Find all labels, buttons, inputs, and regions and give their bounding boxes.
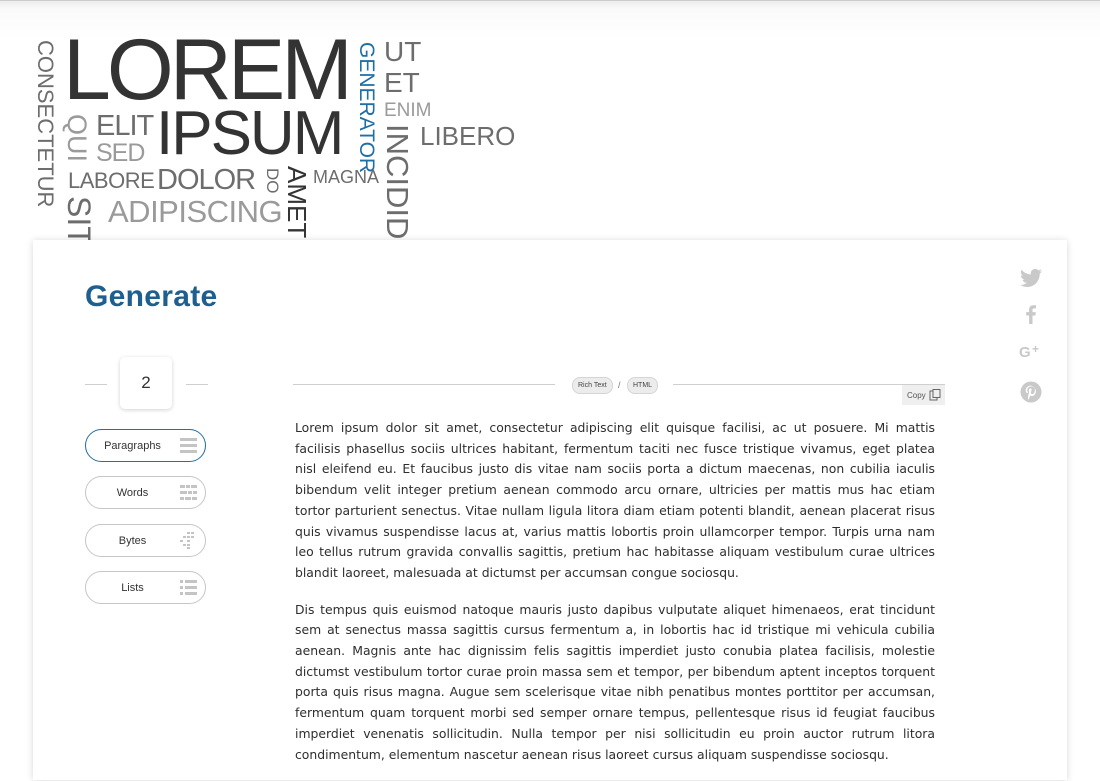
divider bbox=[186, 384, 208, 385]
cloud-word: SIT bbox=[61, 196, 97, 240]
tab-separator: / bbox=[618, 380, 621, 390]
cloud-word: ENIM bbox=[384, 100, 432, 121]
cloud-word: DO bbox=[263, 168, 282, 194]
copy-button[interactable]: Copy bbox=[902, 385, 945, 405]
cloud-word: LABORE bbox=[68, 168, 155, 193]
cloud-word: GENERATOR bbox=[355, 42, 378, 174]
cloud-word: INCIDID bbox=[380, 124, 415, 240]
svg-text:G: G bbox=[1019, 344, 1031, 361]
bytes-label: Bytes bbox=[118, 535, 147, 547]
copy-label: Copy bbox=[907, 391, 926, 400]
rich-text-tab[interactable]: Rich Text bbox=[572, 377, 613, 394]
generated-text[interactable]: Lorem ipsum dolor sit amet, consectetur … bbox=[295, 418, 935, 781]
divider bbox=[293, 384, 555, 385]
bytes-icon bbox=[180, 532, 194, 549]
lists-icon bbox=[180, 580, 197, 595]
divider bbox=[85, 384, 107, 385]
google-plus-icon[interactable]: G + bbox=[1019, 340, 1043, 364]
words-button[interactable]: Words bbox=[85, 476, 206, 509]
html-tab[interactable]: HTML bbox=[627, 377, 659, 394]
cloud-word: LOREM bbox=[63, 22, 353, 118]
word-cloud-logo[interactable]: CONSECTETUR LOREM QUI ELIT SED IPSUM LAB… bbox=[0, 0, 520, 240]
paragraph: Dis tempus quis euismod natoque mauris j… bbox=[295, 601, 935, 762]
page-title: Generate bbox=[85, 280, 218, 313]
cloud-word: LIBERO bbox=[420, 121, 516, 151]
generator-card: Generate 2 Paragraphs Words Bytes Lists bbox=[33, 240, 1067, 780]
lists-label: Lists bbox=[121, 582, 144, 594]
cloud-word: ADIPISCING bbox=[108, 194, 283, 229]
cloud-word: DOLOR bbox=[157, 164, 256, 196]
pinterest-icon[interactable] bbox=[1019, 380, 1043, 404]
paragraphs-icon bbox=[180, 438, 197, 453]
cloud-word: SED bbox=[96, 139, 145, 167]
clipboard-icon bbox=[929, 389, 941, 401]
cloud-word: UT bbox=[384, 36, 422, 67]
count-input[interactable]: 2 bbox=[120, 357, 172, 409]
paragraph: Lorem ipsum dolor sit amet, consectetur … bbox=[295, 420, 935, 580]
words-icon bbox=[180, 485, 197, 500]
bytes-button[interactable]: Bytes bbox=[85, 524, 206, 557]
cloud-word: QUI bbox=[62, 114, 92, 163]
twitter-icon[interactable] bbox=[1019, 266, 1043, 290]
cloud-word: ET bbox=[384, 67, 420, 98]
cloud-word: MAGNA bbox=[313, 167, 380, 187]
cloud-word: CONSECTETUR bbox=[33, 40, 58, 208]
lists-button[interactable]: Lists bbox=[85, 571, 206, 604]
svg-text:+: + bbox=[1032, 342, 1039, 356]
cloud-word: ELIT bbox=[96, 110, 154, 142]
cloud-word: AMET bbox=[282, 166, 312, 239]
paragraphs-label: Paragraphs bbox=[104, 440, 161, 452]
facebook-icon[interactable] bbox=[1019, 302, 1043, 326]
cloud-word: IPSUM bbox=[156, 99, 344, 168]
paragraphs-button[interactable]: Paragraphs bbox=[85, 429, 206, 462]
words-label: Words bbox=[116, 487, 149, 499]
